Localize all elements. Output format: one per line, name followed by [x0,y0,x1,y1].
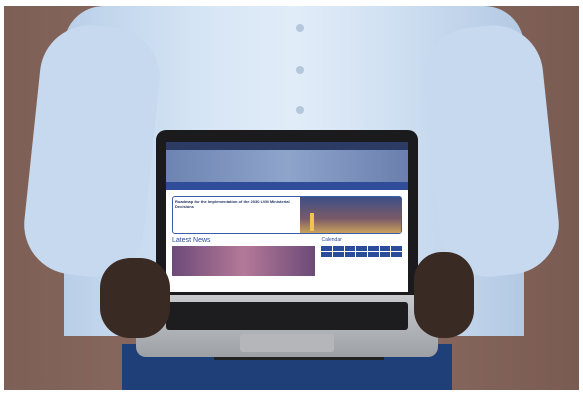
feature-card[interactable]: Roadmap for the Implementation of the 20… [172,196,402,234]
shirt-button [296,24,304,32]
calendar-title: Calendar [321,237,342,243]
left-hand [100,258,170,338]
calendar: Calendar [321,237,402,276]
keyboard [166,302,408,330]
photo-frame: Roadmap for the Implementation of the 20… [4,6,579,390]
tower-icon [310,213,315,231]
feature-title: Roadmap for the Implementation of the 20… [175,199,290,209]
feature-image [300,197,401,233]
latest-news-title: Latest News [172,237,211,244]
site-top-bar [166,142,408,150]
news-row: Latest News Calendar [172,237,402,276]
site-hero [166,150,408,182]
shirt-button [296,106,304,114]
trackpad [240,334,334,352]
laptop-screen: Roadmap for the Implementation of the 20… [166,142,408,292]
news-image[interactable] [172,246,315,276]
latest-news: Latest News [172,237,315,276]
calendar-grid[interactable] [321,246,402,257]
right-hand [414,252,474,338]
site-nav[interactable] [166,182,408,190]
shirt-button [296,66,304,74]
